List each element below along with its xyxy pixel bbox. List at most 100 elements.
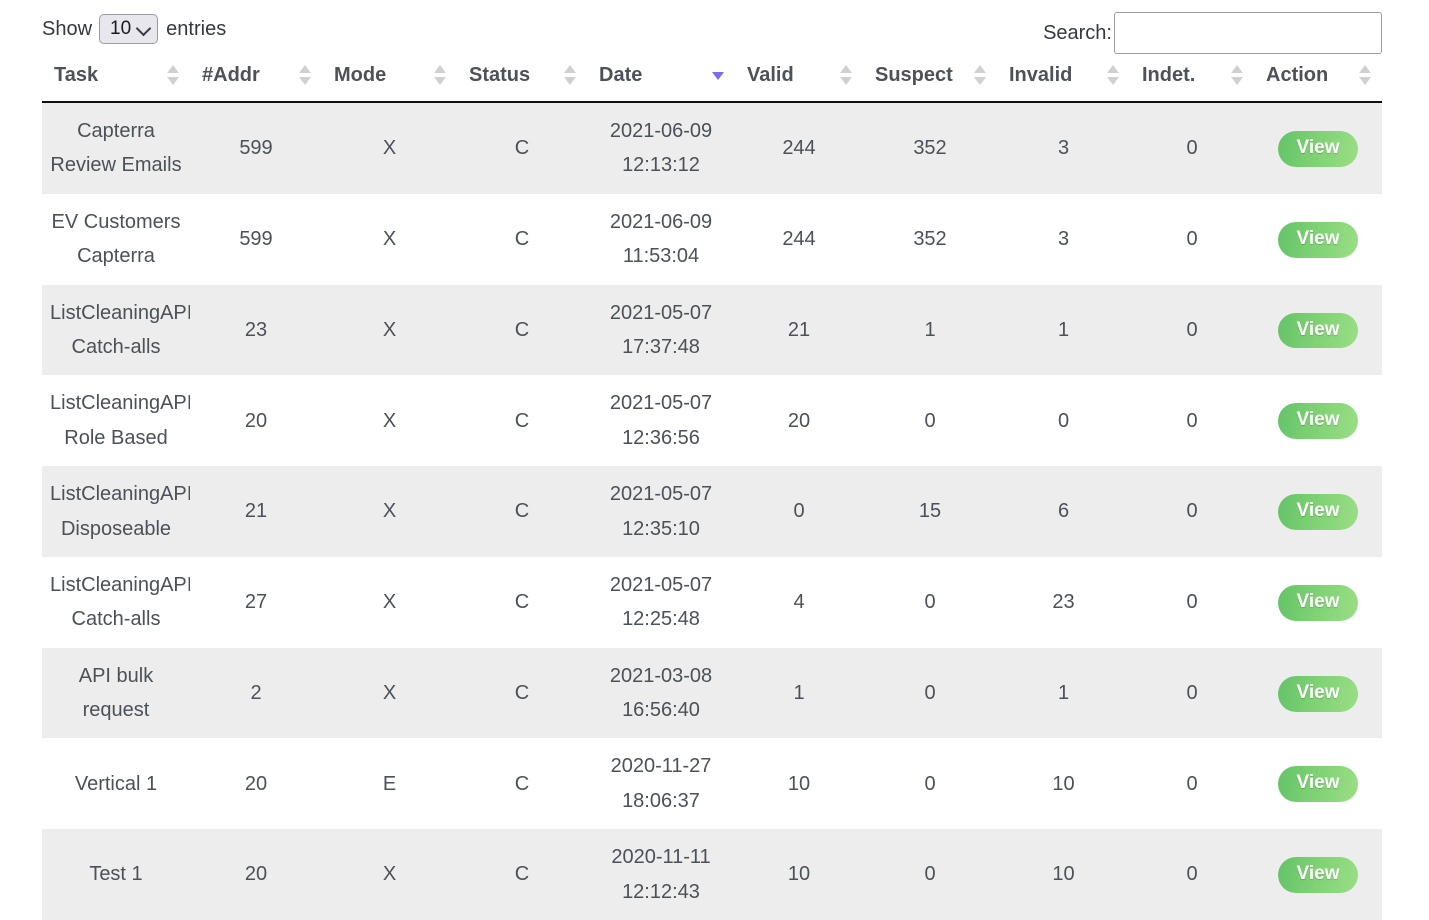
column-header-task[interactable]: Task [42, 58, 190, 102]
view-button[interactable]: View [1278, 766, 1358, 802]
view-button[interactable]: View [1278, 494, 1358, 530]
sort-icon-suspect[interactable] [974, 65, 987, 85]
cell-indet: 0 [1130, 285, 1254, 376]
cell-mode: X [322, 102, 457, 194]
cell-date-text: 2021-06-09 11:53:04 [595, 205, 727, 274]
cell-invalid: 1 [997, 648, 1130, 739]
cell-suspect: 15 [863, 466, 997, 557]
cell-status: C [457, 466, 587, 557]
cell-valid: 10 [735, 829, 863, 920]
cell-status: C [457, 648, 587, 739]
cell-task-text: API bulk request [50, 659, 182, 728]
cell-invalid: 0 [997, 375, 1130, 466]
cell-date: 2021-05-07 12:36:56 [587, 375, 735, 466]
cell-valid: 21 [735, 285, 863, 376]
cell-date-text: 2021-05-07 12:35:10 [595, 477, 727, 546]
cell-task-text: ListCleaningAPI Disposeable [50, 477, 182, 546]
cell-task: Capterra Review Emails [42, 102, 190, 194]
cell-task: Vertical 1 [42, 738, 190, 829]
cell-action: View [1254, 194, 1382, 285]
table-row: Test 120XC2020-11-11 12:12:43100100View [42, 829, 1382, 920]
column-header-addr[interactable]: #Addr [190, 58, 322, 102]
column-header-action[interactable]: Action [1254, 58, 1382, 102]
column-header-status-label: Status [469, 64, 577, 87]
cell-addr: 27 [190, 557, 322, 648]
cell-indet: 0 [1130, 648, 1254, 739]
cell-valid: 4 [735, 557, 863, 648]
cell-date: 2021-05-07 12:25:48 [587, 557, 735, 648]
cell-addr: 20 [190, 829, 322, 920]
table-row: Capterra Review Emails599XC2021-06-09 12… [42, 102, 1382, 194]
table-row: ListCleaningAPI Role Based20XC2021-05-07… [42, 375, 1382, 466]
chevron-down-icon [136, 21, 152, 37]
cell-task-text: ListCleaningAPI Role Based [50, 386, 182, 455]
cell-date-text: 2021-05-07 12:36:56 [595, 386, 727, 455]
entries-label: entries [166, 18, 226, 41]
cell-task-text: Vertical 1 [50, 767, 182, 801]
cell-status: C [457, 102, 587, 194]
cell-suspect: 352 [863, 194, 997, 285]
search-label: Search: [1043, 22, 1112, 45]
cell-valid: 1 [735, 648, 863, 739]
page-length-select[interactable]: 10 [99, 14, 158, 44]
view-button[interactable]: View [1278, 676, 1358, 712]
cell-action: View [1254, 285, 1382, 376]
cell-invalid: 10 [997, 829, 1130, 920]
column-header-indet[interactable]: Indet. [1130, 58, 1254, 102]
cell-date-text: 2021-06-09 12:13:12 [595, 114, 727, 183]
cell-indet: 0 [1130, 557, 1254, 648]
view-button[interactable]: View [1278, 222, 1358, 258]
cell-indet: 0 [1130, 829, 1254, 920]
column-header-indet-label: Indet. [1142, 64, 1244, 87]
cell-task: EV Customers Capterra [42, 194, 190, 285]
cell-task-text: ListCleaningAPI Catch-alls [50, 296, 182, 365]
view-button[interactable]: View [1278, 585, 1358, 621]
view-button[interactable]: View [1278, 313, 1358, 349]
view-button[interactable]: View [1278, 403, 1358, 439]
sort-icon-status[interactable] [564, 65, 577, 85]
view-button[interactable]: View [1278, 131, 1358, 167]
column-header-suspect[interactable]: Suspect [863, 58, 997, 102]
table-header: Task #Addr Mode Status [42, 58, 1382, 102]
table-body: Capterra Review Emails599XC2021-06-09 12… [42, 102, 1382, 920]
sort-icon-mode[interactable] [434, 65, 447, 85]
column-header-date-label: Date [599, 64, 725, 87]
sort-icon-indet[interactable] [1231, 65, 1244, 85]
search-input[interactable] [1114, 12, 1382, 54]
column-header-valid[interactable]: Valid [735, 58, 863, 102]
cell-action: View [1254, 102, 1382, 194]
cell-status: C [457, 829, 587, 920]
cell-task: ListCleaningAPI Role Based [42, 375, 190, 466]
cell-suspect: 0 [863, 557, 997, 648]
cell-date-text: 2021-05-07 12:25:48 [595, 568, 727, 637]
table-header-row: Task #Addr Mode Status [42, 58, 1382, 102]
cell-mode: X [322, 285, 457, 376]
column-header-invalid[interactable]: Invalid [997, 58, 1130, 102]
sort-icon-date-descending[interactable] [712, 65, 725, 85]
cell-status: C [457, 375, 587, 466]
column-header-valid-label: Valid [747, 64, 853, 87]
cell-indet: 0 [1130, 466, 1254, 557]
sort-icon-action[interactable] [1359, 65, 1372, 85]
sort-icon-task[interactable] [167, 65, 180, 85]
cell-date: 2021-05-07 17:37:48 [587, 285, 735, 376]
column-header-status[interactable]: Status [457, 58, 587, 102]
tasks-table: Task #Addr Mode Status [42, 58, 1382, 920]
cell-mode: X [322, 829, 457, 920]
cell-task: Test 1 [42, 829, 190, 920]
cell-valid: 10 [735, 738, 863, 829]
sort-icon-addr[interactable] [299, 65, 312, 85]
column-header-addr-label: #Addr [202, 64, 312, 87]
sort-icon-valid[interactable] [840, 65, 853, 85]
cell-task: ListCleaningAPI Catch-alls [42, 557, 190, 648]
view-button[interactable]: View [1278, 857, 1358, 893]
cell-valid: 20 [735, 375, 863, 466]
cell-valid: 244 [735, 194, 863, 285]
page-length-value: 10 [110, 18, 131, 40]
cell-task-text: ListCleaningAPI Catch-alls [50, 568, 182, 637]
sort-icon-invalid[interactable] [1107, 65, 1120, 85]
cell-task-text: Test 1 [50, 857, 182, 891]
cell-valid: 0 [735, 466, 863, 557]
column-header-mode[interactable]: Mode [322, 58, 457, 102]
column-header-date[interactable]: Date [587, 58, 735, 102]
